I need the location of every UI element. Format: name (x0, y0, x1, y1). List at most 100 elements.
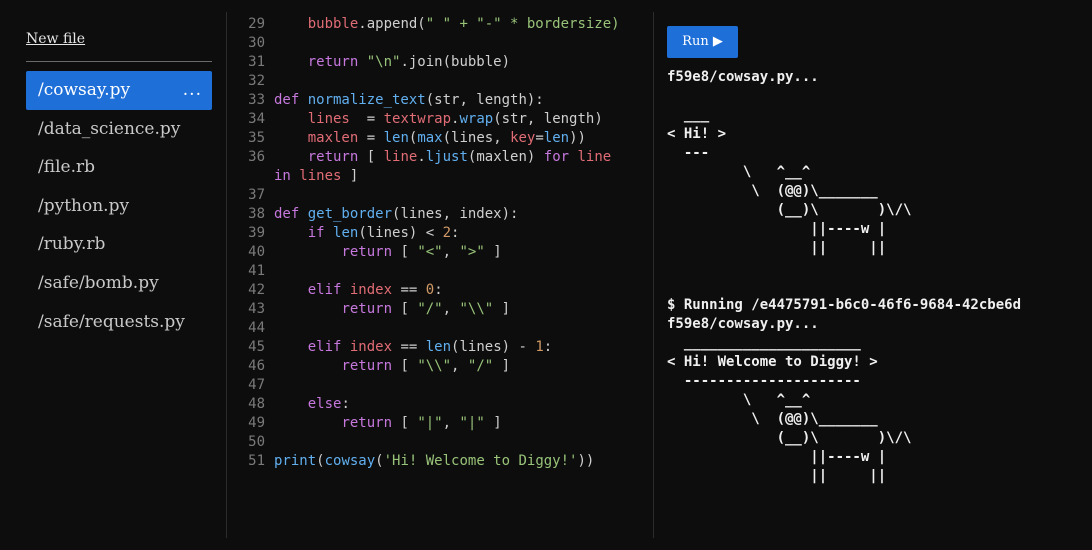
terminal-line: || || (667, 240, 887, 256)
terminal-line: \ (@@)\_______ (667, 411, 878, 427)
code-token: line (383, 149, 418, 165)
code-token: (lines, index): (392, 206, 519, 222)
code-token: ">" (459, 244, 485, 260)
line-number: 50 (248, 434, 265, 450)
line-number: 42 (248, 282, 265, 298)
code-text: return "\n".join(bubble) (274, 53, 510, 72)
code-text: return [ "|", "|" ] (274, 414, 501, 433)
terminal-output: f59e8/cowsay.py... ___ < Hi! > --- \ ^__^… (667, 68, 1087, 486)
terminal-line: _____________________ (667, 335, 861, 351)
code-token: for (543, 149, 578, 165)
line-number: 37 (248, 187, 265, 203)
code-token: return (341, 244, 401, 260)
code-text: bubble.append(" " + "-" * bordersize) (274, 15, 620, 34)
terminal-line: ___ (667, 107, 710, 123)
code-token: "/" (417, 301, 443, 317)
line-number: 46 (248, 358, 265, 374)
terminal-line: --- (667, 145, 710, 161)
terminal-line: < Hi! Welcome to Diggy! > (667, 354, 878, 370)
line-number: 47 (248, 377, 265, 393)
code-token: == (392, 282, 426, 298)
code-token: [ (366, 149, 384, 165)
code-token: return (307, 54, 367, 70)
code-token: (lines) < (358, 225, 443, 241)
file-item-label: /python.py (38, 195, 130, 216)
code-token: index (349, 282, 393, 298)
file-item[interactable]: /safe/requests.py (26, 303, 212, 342)
code-token: "\\" (417, 358, 452, 374)
code-line: 42 elif index == 0: (227, 281, 653, 300)
file-item[interactable]: /ruby.rb (26, 225, 212, 264)
code-line: 50 (227, 433, 653, 452)
code-token: else (307, 396, 342, 412)
code-text: in lines ] (274, 167, 358, 186)
code-token: 0 (425, 282, 435, 298)
terminal-line: f59e8/cowsay.py... (667, 316, 819, 332)
terminal-line: f59e8/cowsay.py... (667, 69, 819, 85)
run-button[interactable]: Run ▶ (667, 26, 738, 58)
file-item[interactable]: /file.rb (26, 148, 212, 187)
code-token: lines (307, 111, 350, 127)
file-item-label: /cowsay.py (38, 80, 131, 100)
code-line: 37 (227, 186, 653, 205)
code-token: ( (316, 453, 325, 469)
code-token: ( (375, 453, 384, 469)
code-line: 47 (227, 376, 653, 395)
code-token: ] (493, 301, 511, 317)
line-number: 51 (248, 453, 265, 469)
file-item[interactable]: /data_science.py (26, 110, 212, 149)
code-line: 30 (227, 34, 653, 53)
code-token: , (442, 415, 460, 431)
more-options-icon[interactable]: ... (183, 71, 202, 110)
code-token: . (417, 149, 426, 165)
code-token: return (341, 358, 401, 374)
code-text: def get_border(lines, index): (274, 205, 518, 224)
code-line: 38 def get_border(lines, index): (227, 205, 653, 224)
terminal-line: ||----w | (667, 449, 887, 465)
code-line: 33 def normalize_text(str, length): (227, 91, 653, 110)
code-editor[interactable]: 29 bubble.append(" " + "-" * bordersize)… (227, 0, 653, 550)
code-token: index (349, 339, 393, 355)
code-token: (lines, (442, 130, 511, 146)
code-token: def (274, 92, 308, 108)
code-token: ] (341, 168, 359, 184)
code-line: 45 elif index == len(lines) - 1: (227, 338, 653, 357)
code-token: if (307, 225, 334, 241)
code-line: 46 return [ "\\", "/" ] (227, 357, 653, 376)
code-token: len (425, 339, 452, 355)
code-text: return [ "\\", "/" ] (274, 357, 510, 376)
code-line: 48 else: (227, 395, 653, 414)
code-token: )) (577, 453, 595, 469)
code-line: 34 lines = textwrap.wrap(str, length) (227, 110, 653, 129)
code-line: 32 (227, 72, 653, 91)
code-line: 51 print(cowsay('Hi! Welcome to Diggy!')) (227, 452, 653, 471)
file-item[interactable]: /safe/bomb.py (26, 264, 212, 303)
file-item[interactable]: /python.py (26, 187, 212, 226)
line-number: 32 (248, 73, 265, 89)
terminal-line: || || (667, 468, 887, 484)
file-item-label: /ruby.rb (38, 234, 106, 255)
code-token: : (341, 396, 350, 412)
code-token: max (417, 130, 443, 146)
code-token: , (442, 301, 460, 317)
code-text: lines = textwrap.wrap(str, length) (274, 110, 603, 129)
line-number: 34 (248, 111, 265, 127)
file-item[interactable]: /cowsay.py... (26, 71, 212, 110)
code-token: == (392, 339, 426, 355)
code-line: 35 maxlen = len(max(lines, key=len)) (227, 129, 653, 148)
new-file-link[interactable]: New file (26, 31, 85, 47)
line-number: 41 (248, 263, 265, 279)
code-token: return (341, 301, 401, 317)
code-text: if len(lines) < 2: (274, 224, 460, 243)
code-line: in lines ] (227, 167, 653, 186)
code-token: ljust (425, 149, 468, 165)
line-number: 40 (248, 244, 265, 260)
terminal-line: $ Running /e4475791-b6c0-46f6-9684-42cbe… (667, 297, 1022, 313)
